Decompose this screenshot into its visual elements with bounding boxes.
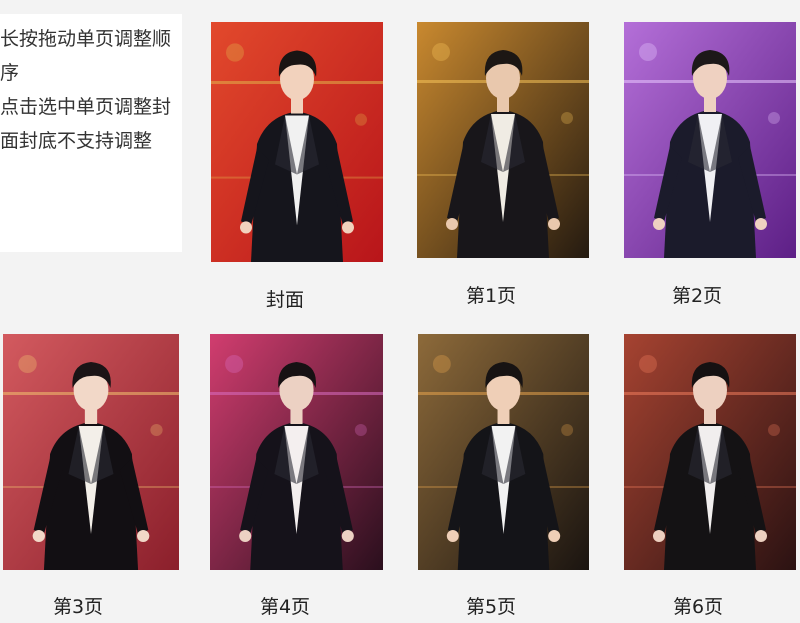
page-label: 第5页 bbox=[465, 596, 517, 618]
performer-photo-illustration bbox=[624, 334, 796, 570]
page-label: 第2页 bbox=[671, 285, 723, 307]
page-photo[interactable] bbox=[3, 334, 179, 570]
page-photo[interactable] bbox=[210, 334, 383, 570]
page-photo[interactable] bbox=[624, 22, 796, 258]
page-label: 第4页 bbox=[259, 596, 311, 618]
page-label: 第6页 bbox=[672, 596, 724, 618]
page-label: 第1页 bbox=[465, 285, 517, 307]
performer-photo-illustration bbox=[211, 22, 383, 262]
hint-card: 长按拖动单页调整顺序 点击选中单页调整封面封底不支持调整 bbox=[0, 14, 182, 252]
page-photo[interactable] bbox=[418, 334, 589, 570]
page-label: 第3页 bbox=[52, 596, 104, 618]
performer-photo-illustration bbox=[210, 334, 383, 570]
performer-photo-illustration bbox=[418, 334, 589, 570]
performer-photo-illustration bbox=[624, 22, 796, 258]
hint-text: 长按拖动单页调整顺序 点击选中单页调整封面封底不支持调整 bbox=[0, 28, 172, 152]
page-photo[interactable] bbox=[624, 334, 796, 570]
photo-book-editor: 长按拖动单页调整顺序 点击选中单页调整封面封底不支持调整 封面 第1页 第2页第3页… bbox=[0, 0, 800, 623]
page-photo[interactable] bbox=[211, 22, 383, 262]
page-photo[interactable] bbox=[417, 22, 589, 258]
performer-photo-illustration bbox=[3, 334, 179, 570]
performer-photo-illustration bbox=[417, 22, 589, 258]
page-label: 封面 bbox=[265, 289, 304, 311]
